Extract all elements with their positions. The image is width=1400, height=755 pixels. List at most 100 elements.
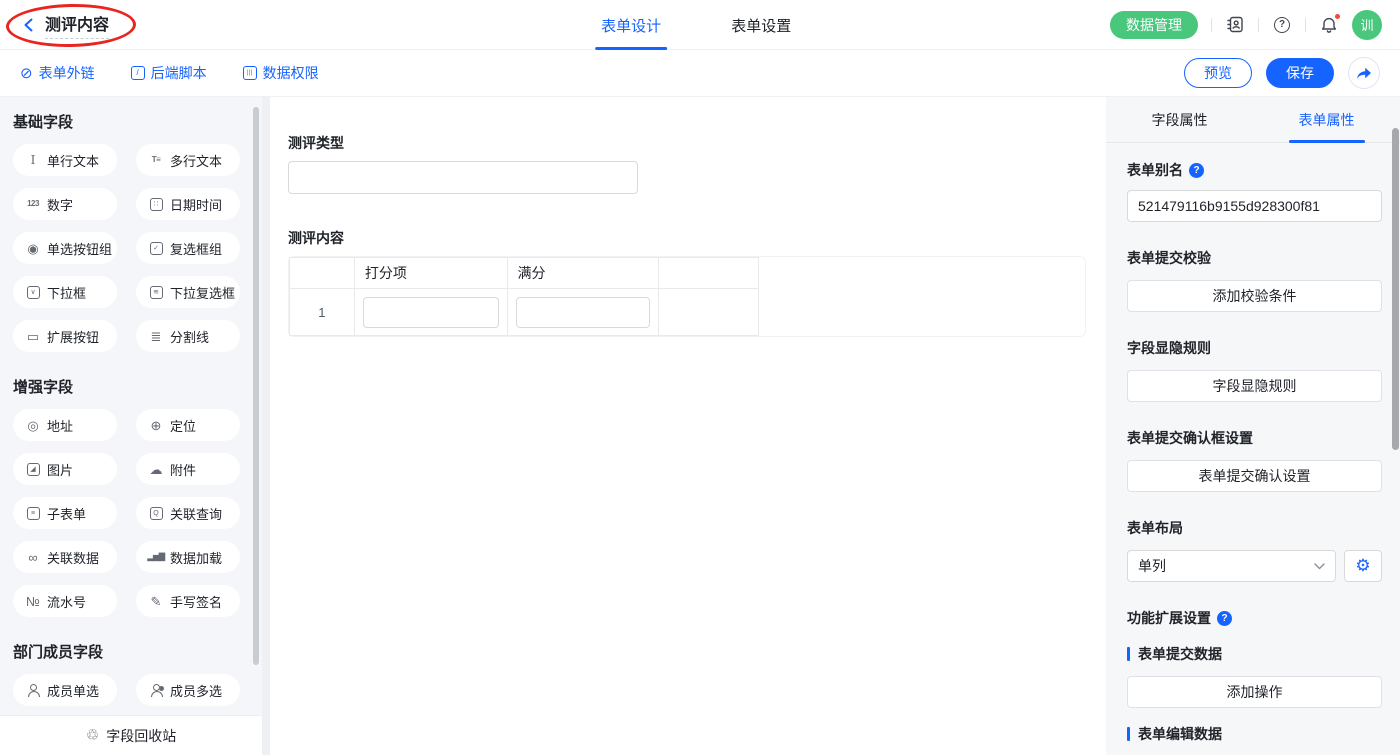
- data-permission-label: 数据权限: [262, 65, 319, 81]
- sidebar-item-label: 附件: [170, 462, 197, 478]
- layout-select[interactable]: 单列: [1127, 550, 1336, 582]
- form-alias-label-row: 表单别名 ?: [1127, 160, 1382, 180]
- form-field-text[interactable]: 测评类型: [288, 133, 1088, 194]
- submit-data-add-button[interactable]: 添加操作: [1127, 676, 1382, 708]
- script-icon: /: [130, 66, 145, 80]
- question-badge-icon[interactable]: ?: [1189, 162, 1204, 178]
- number-icon: 123: [27, 199, 39, 208]
- linked-query-icon: Q: [148, 506, 164, 520]
- multi-select-icon: ≋: [148, 285, 164, 299]
- data-manage-button[interactable]: 数据管理: [1110, 10, 1198, 39]
- back-icon[interactable]: [22, 17, 36, 33]
- sidebar-section-title: 基础字段: [13, 114, 74, 131]
- recycle-icon: ♲: [85, 727, 100, 744]
- sidebar-item-address[interactable]: ◎ 地址: [13, 409, 117, 441]
- full-score-input[interactable]: [515, 296, 651, 328]
- layout-select-value: 单列: [1138, 558, 1166, 574]
- member-multi-icon: [148, 683, 164, 697]
- sidebar-item-location[interactable]: ⊕ 定位: [136, 409, 240, 441]
- sidebar-item-linked-query[interactable]: Q 关联查询: [136, 497, 240, 529]
- sidebar-item-datetime[interactable]: ∷ 日期时间: [136, 188, 240, 220]
- data-permission-button[interactable]: ||| 数据权限: [242, 63, 319, 83]
- datetime-icon: ∷: [148, 197, 164, 211]
- back-title-group: 测评内容: [0, 11, 110, 39]
- body: 基础字段 I 单行文本 T≡ 多行文本 123 数字 ∷ 日期时间 ◉ 单选按钮组 ✓ 复选框组 ∨ 下拉框…: [0, 97, 1400, 755]
- member-single-icon: [25, 683, 41, 697]
- page-title[interactable]: 测评内容: [45, 11, 110, 39]
- sidebar-item-multi-select[interactable]: ≋ 下拉复选框: [136, 276, 240, 308]
- help-icon[interactable]: ?: [1272, 15, 1292, 35]
- form-layout-row: 单列 ⚙: [1127, 550, 1382, 582]
- layout-settings-button[interactable]: ⚙: [1344, 550, 1382, 582]
- sidebar-item-serial-number[interactable]: № 流水号: [13, 585, 117, 617]
- sidebar-item-member-single[interactable]: 成员单选: [13, 674, 117, 706]
- score-item-input[interactable]: [362, 296, 499, 328]
- avatar[interactable]: 训: [1352, 9, 1382, 40]
- panel-scrollbar[interactable]: [1392, 128, 1399, 450]
- submit-confirm-label: 表单提交确认框设置: [1127, 430, 1253, 446]
- form-alias-input[interactable]: [1127, 190, 1382, 222]
- link-icon: ⊘: [20, 64, 33, 82]
- tab-form-properties[interactable]: 表单属性: [1253, 97, 1400, 142]
- sidebar-item-member-multi[interactable]: 成员多选: [136, 674, 240, 706]
- sidebar-item-label: 图片: [47, 462, 74, 478]
- sidebar-item-subform[interactable]: ≡ 子表单: [13, 497, 117, 529]
- subform-table: 打分项 满分 1: [289, 257, 759, 336]
- field-pill-grid: ◎ 地址 ⊕ 定位 ◢ 图片 ☁ 附件 ≡ 子表单 Q 关联查询 ∞ 关联数据 ▂▅▇ 数据加载 № 流水号 ✎ 手写…: [13, 409, 262, 617]
- sidebar-item-select[interactable]: ∨ 下拉框: [13, 276, 117, 308]
- submit-confirm-button[interactable]: 表单提交确认设置: [1127, 460, 1382, 492]
- main-tabs: 表单设计 表单设置: [595, 0, 791, 50]
- sidebar-item-single-line-text[interactable]: I 单行文本: [13, 144, 117, 176]
- text-field-input[interactable]: [288, 161, 638, 194]
- sidebar-item-attachment[interactable]: ☁ 附件: [136, 453, 240, 485]
- sidebar-item-data-load[interactable]: ▂▅▇ 数据加载: [136, 541, 240, 573]
- save-button[interactable]: 保存: [1266, 58, 1334, 88]
- image-icon: ◢: [25, 462, 41, 476]
- sidebar-item-divider-line[interactable]: ≣ 分割线: [136, 320, 240, 352]
- backend-script-button[interactable]: / 后端脚本: [130, 63, 207, 83]
- score-item-cell: [353, 288, 508, 336]
- linked-data-icon: ∞: [28, 549, 38, 565]
- sidebar-item-radio-group[interactable]: ◉ 单选按钮组: [13, 232, 117, 264]
- sidebar-scrollbar[interactable]: [253, 107, 259, 665]
- sidebar-item-label: 分割线: [170, 329, 210, 345]
- tab-field-properties[interactable]: 字段属性: [1106, 97, 1253, 142]
- tab-form-settings[interactable]: 表单设置: [731, 0, 791, 50]
- share-button[interactable]: [1348, 57, 1380, 89]
- top-bar: 测评内容 表单设计 表单设置 数据管理 ? 训: [0, 0, 1400, 50]
- preview-button[interactable]: 预览: [1184, 58, 1252, 88]
- question-badge-icon[interactable]: ?: [1217, 610, 1232, 626]
- attachment-icon: ☁: [149, 461, 163, 477]
- field-visibility-button[interactable]: 字段显隐规则: [1127, 370, 1382, 402]
- sidebar-item-signature[interactable]: ✎ 手写签名: [136, 585, 240, 617]
- sidebar-item-image[interactable]: ◢ 图片: [13, 453, 117, 485]
- sidebar-item-extend-button[interactable]: ▭ 扩展按钮: [13, 320, 117, 352]
- external-link-label: 表单外链: [38, 65, 95, 81]
- column-header: [289, 257, 355, 289]
- sidebar-item-label: 手写签名: [170, 594, 223, 610]
- sidebar-item-multi-line-text[interactable]: T≡ 多行文本: [136, 144, 240, 176]
- add-validation-button[interactable]: 添加校验条件: [1127, 280, 1382, 312]
- sidebar-item-number[interactable]: 123 数字: [13, 188, 117, 220]
- form-field-subform[interactable]: 测评内容 打分项 满分 1: [288, 228, 1088, 337]
- sidebar-item-linked-data[interactable]: ∞ 关联数据: [13, 541, 117, 573]
- recycle-bin-label: 字段回收站: [106, 727, 177, 744]
- external-link-button[interactable]: ⊘ 表单外链: [20, 63, 95, 83]
- divider: [1305, 17, 1306, 32]
- tab-form-design[interactable]: 表单设计: [595, 0, 668, 50]
- share-arrow-icon: [1357, 67, 1371, 79]
- sidebar-item-label: 日期时间: [170, 197, 223, 213]
- divider: [1258, 17, 1259, 32]
- radio-group-icon: ◉: [27, 240, 39, 256]
- edit-data-label: 表单编辑数据: [1138, 726, 1222, 742]
- sidebar-item-label: 成员单选: [47, 683, 100, 699]
- sidebar-item-checkbox-group[interactable]: ✓ 复选框组: [136, 232, 240, 264]
- single-line-text-icon: I: [30, 153, 36, 167]
- field-palette-sidebar: 基础字段 I 单行文本 T≡ 多行文本 123 数字 ∷ 日期时间 ◉ 单选按钮组 ✓ 复选框组 ∨ 下拉框…: [0, 97, 262, 755]
- field-recycle-bin[interactable]: ♲ 字段回收站: [0, 715, 262, 755]
- subform-icon: ≡: [25, 506, 41, 520]
- bell-icon[interactable]: [1319, 12, 1341, 35]
- sidebar-item-label: 地址: [47, 418, 74, 434]
- address-book-icon[interactable]: [1225, 15, 1245, 35]
- extension-settings-label: 功能扩展设置: [1127, 610, 1211, 626]
